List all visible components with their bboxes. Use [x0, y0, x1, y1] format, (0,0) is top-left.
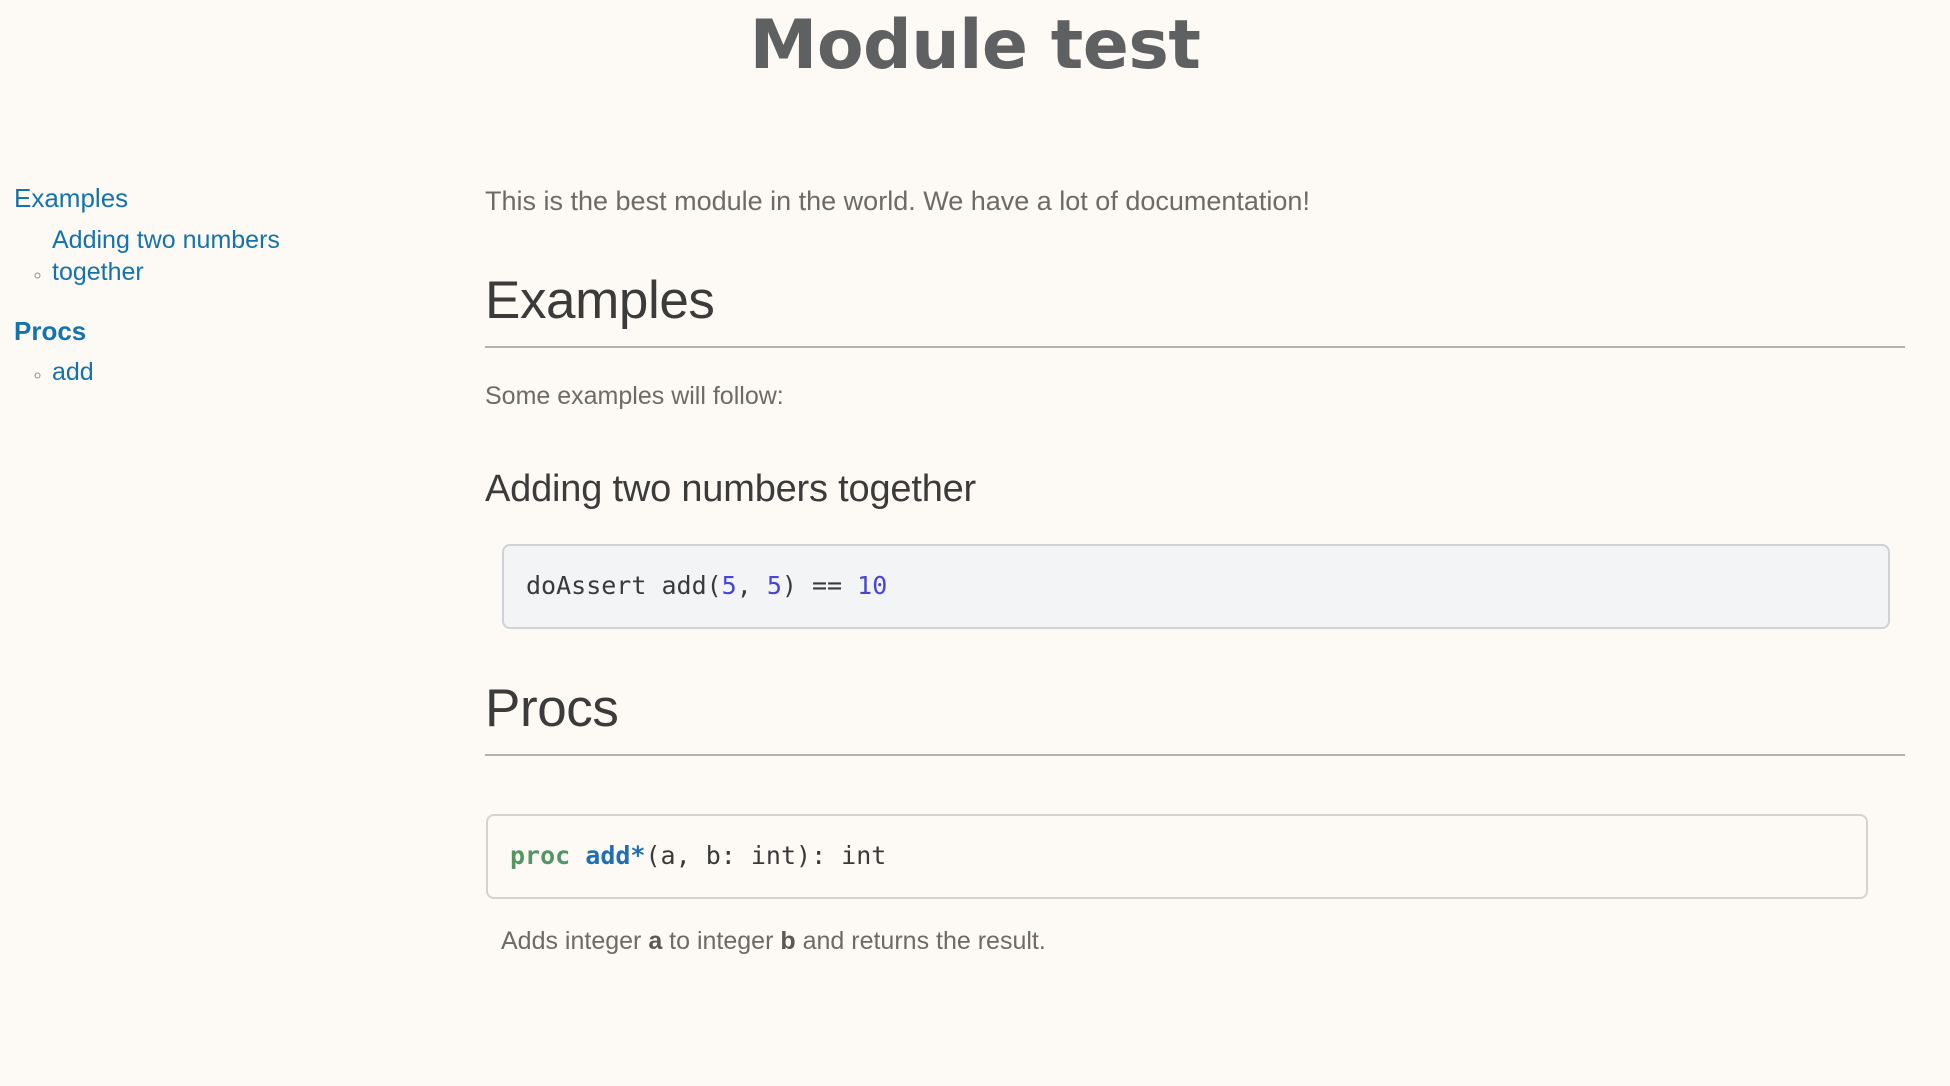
- toc-section-examples: Examples Adding two numbers together: [14, 182, 485, 289]
- sidebar-toc: Examples Adding two numbers together Pro…: [0, 182, 485, 391]
- heading-adding-two-numbers-together: Adding two numbers together: [485, 468, 977, 511]
- proc-signature-block: proc add*(a, b: int): int: [486, 813, 1868, 900]
- param-b: b: [780, 927, 796, 956]
- code-number-literal: 10: [857, 570, 888, 600]
- main-content: This is the best module in the world. We…: [485, 182, 1950, 959]
- code-number-literal: 5: [721, 570, 737, 600]
- sidebar-item-adding-two-numbers-together[interactable]: Adding two numbers together: [52, 224, 297, 289]
- proc-signature: proc add*(a, b: int): int: [510, 840, 1844, 873]
- heading-rule-procs: [485, 753, 1905, 756]
- code-text: doAssert add(: [526, 570, 722, 600]
- heading-procs: Procs: [485, 679, 619, 739]
- code-text: ,: [736, 570, 767, 600]
- sidebar-item-procs[interactable]: Procs: [14, 315, 86, 348]
- list-item: add: [52, 356, 297, 389]
- toc-list-examples: Adding two numbers together: [14, 224, 485, 289]
- code-text: (a, b: int): int: [645, 840, 887, 870]
- proc-description-text: to integer: [662, 927, 781, 956]
- sidebar-item-add[interactable]: add: [52, 356, 94, 389]
- page-title: Module test: [749, 6, 1201, 85]
- code-number-literal: 5: [766, 570, 782, 600]
- page-layout: Examples Adding two numbers together Pro…: [0, 86, 1950, 959]
- list-item: Adding two numbers together: [52, 224, 297, 289]
- heading-examples: Examples: [485, 271, 715, 331]
- code-text: ) ==: [781, 570, 858, 600]
- proc-description-text: Adds integer: [501, 927, 649, 956]
- example-code: doAssert add(5, 5) == 10: [526, 570, 1866, 603]
- toc-section-procs: Procs add: [14, 315, 485, 389]
- sidebar-item-examples[interactable]: Examples: [14, 182, 128, 215]
- param-a: a: [648, 927, 663, 956]
- example-code-block: doAssert add(5, 5) == 10: [502, 543, 1890, 630]
- heading-rule-examples: [485, 346, 1905, 349]
- code-keyword: proc: [510, 840, 571, 870]
- module-description: This is the best module in the world. We…: [485, 186, 1310, 217]
- examples-note: Some examples will follow:: [485, 382, 784, 411]
- toc-list-procs: add: [14, 356, 485, 389]
- proc-description-text: and returns the result.: [795, 927, 1046, 956]
- code-proc-name: add*: [585, 840, 646, 870]
- proc-description: Adds integer a to integer b and returns …: [501, 923, 1905, 959]
